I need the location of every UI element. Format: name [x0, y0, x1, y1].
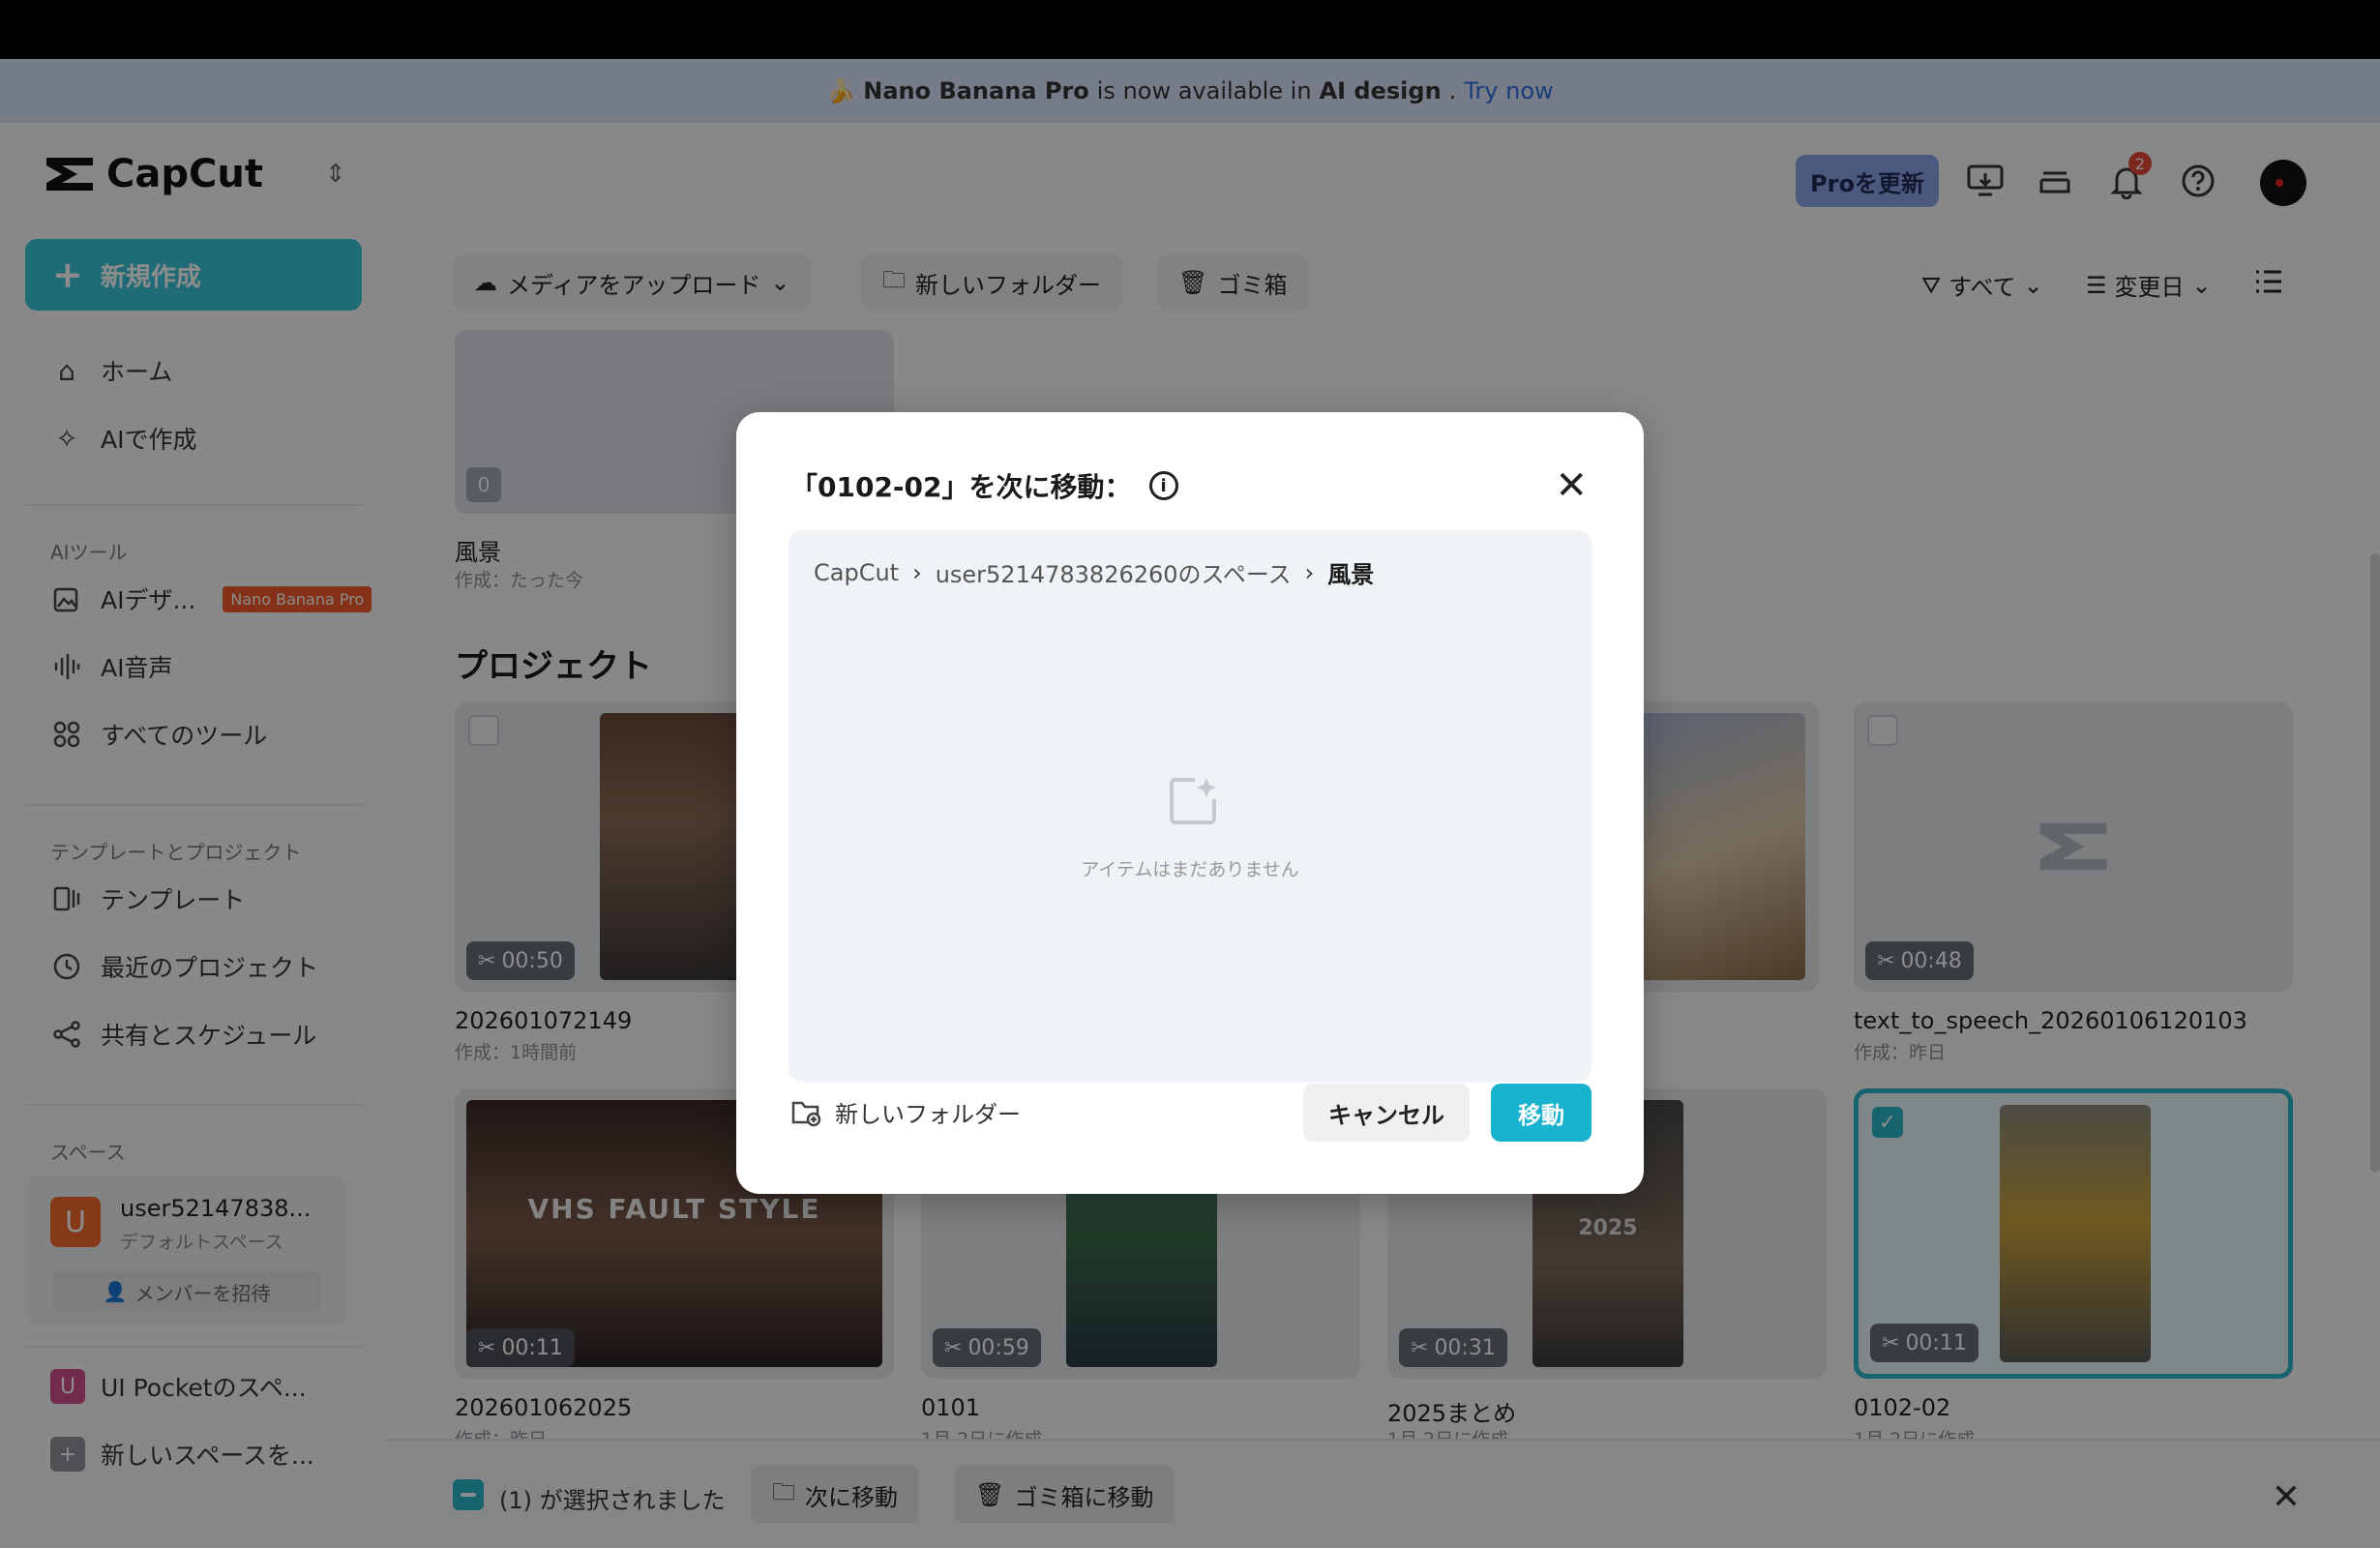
move-button[interactable]: 移動: [1491, 1084, 1592, 1142]
empty-state-text: アイテムはまだありません: [1081, 859, 1299, 880]
close-icon[interactable]: ✕: [1555, 466, 1588, 505]
chevron-right-icon: ›: [1304, 558, 1315, 586]
breadcrumb: CapCut › user5214783826260のスペース › 風景: [814, 555, 1374, 589]
move-dialog: 「0102-02」を次に移動： i ✕ CapCut › user5214783…: [736, 412, 1644, 1194]
folder-plus-icon: [791, 1101, 821, 1126]
folder-picker: CapCut › user5214783826260のスペース › 風景 アイテ…: [788, 530, 1592, 1082]
dialog-title-text: 「0102-02」を次に移動：: [790, 471, 1132, 503]
cancel-button[interactable]: キャンセル: [1303, 1084, 1470, 1142]
breadcrumb-item[interactable]: user5214783826260のスペース: [936, 555, 1292, 589]
dialog-title: 「0102-02」を次に移動： i: [790, 466, 1178, 505]
breadcrumb-current: 風景: [1327, 561, 1375, 588]
chevron-right-icon: ›: [912, 558, 922, 586]
info-icon[interactable]: i: [1148, 471, 1178, 500]
dialog-new-folder-label: 新しいフォルダー: [835, 1101, 1021, 1128]
dialog-new-folder-button[interactable]: 新しいフォルダー: [790, 1095, 1021, 1129]
breadcrumb-item[interactable]: CapCut: [814, 559, 899, 586]
empty-image-icon: [1170, 778, 1216, 824]
system-top-bar-overlay: [0, 0, 2380, 59]
